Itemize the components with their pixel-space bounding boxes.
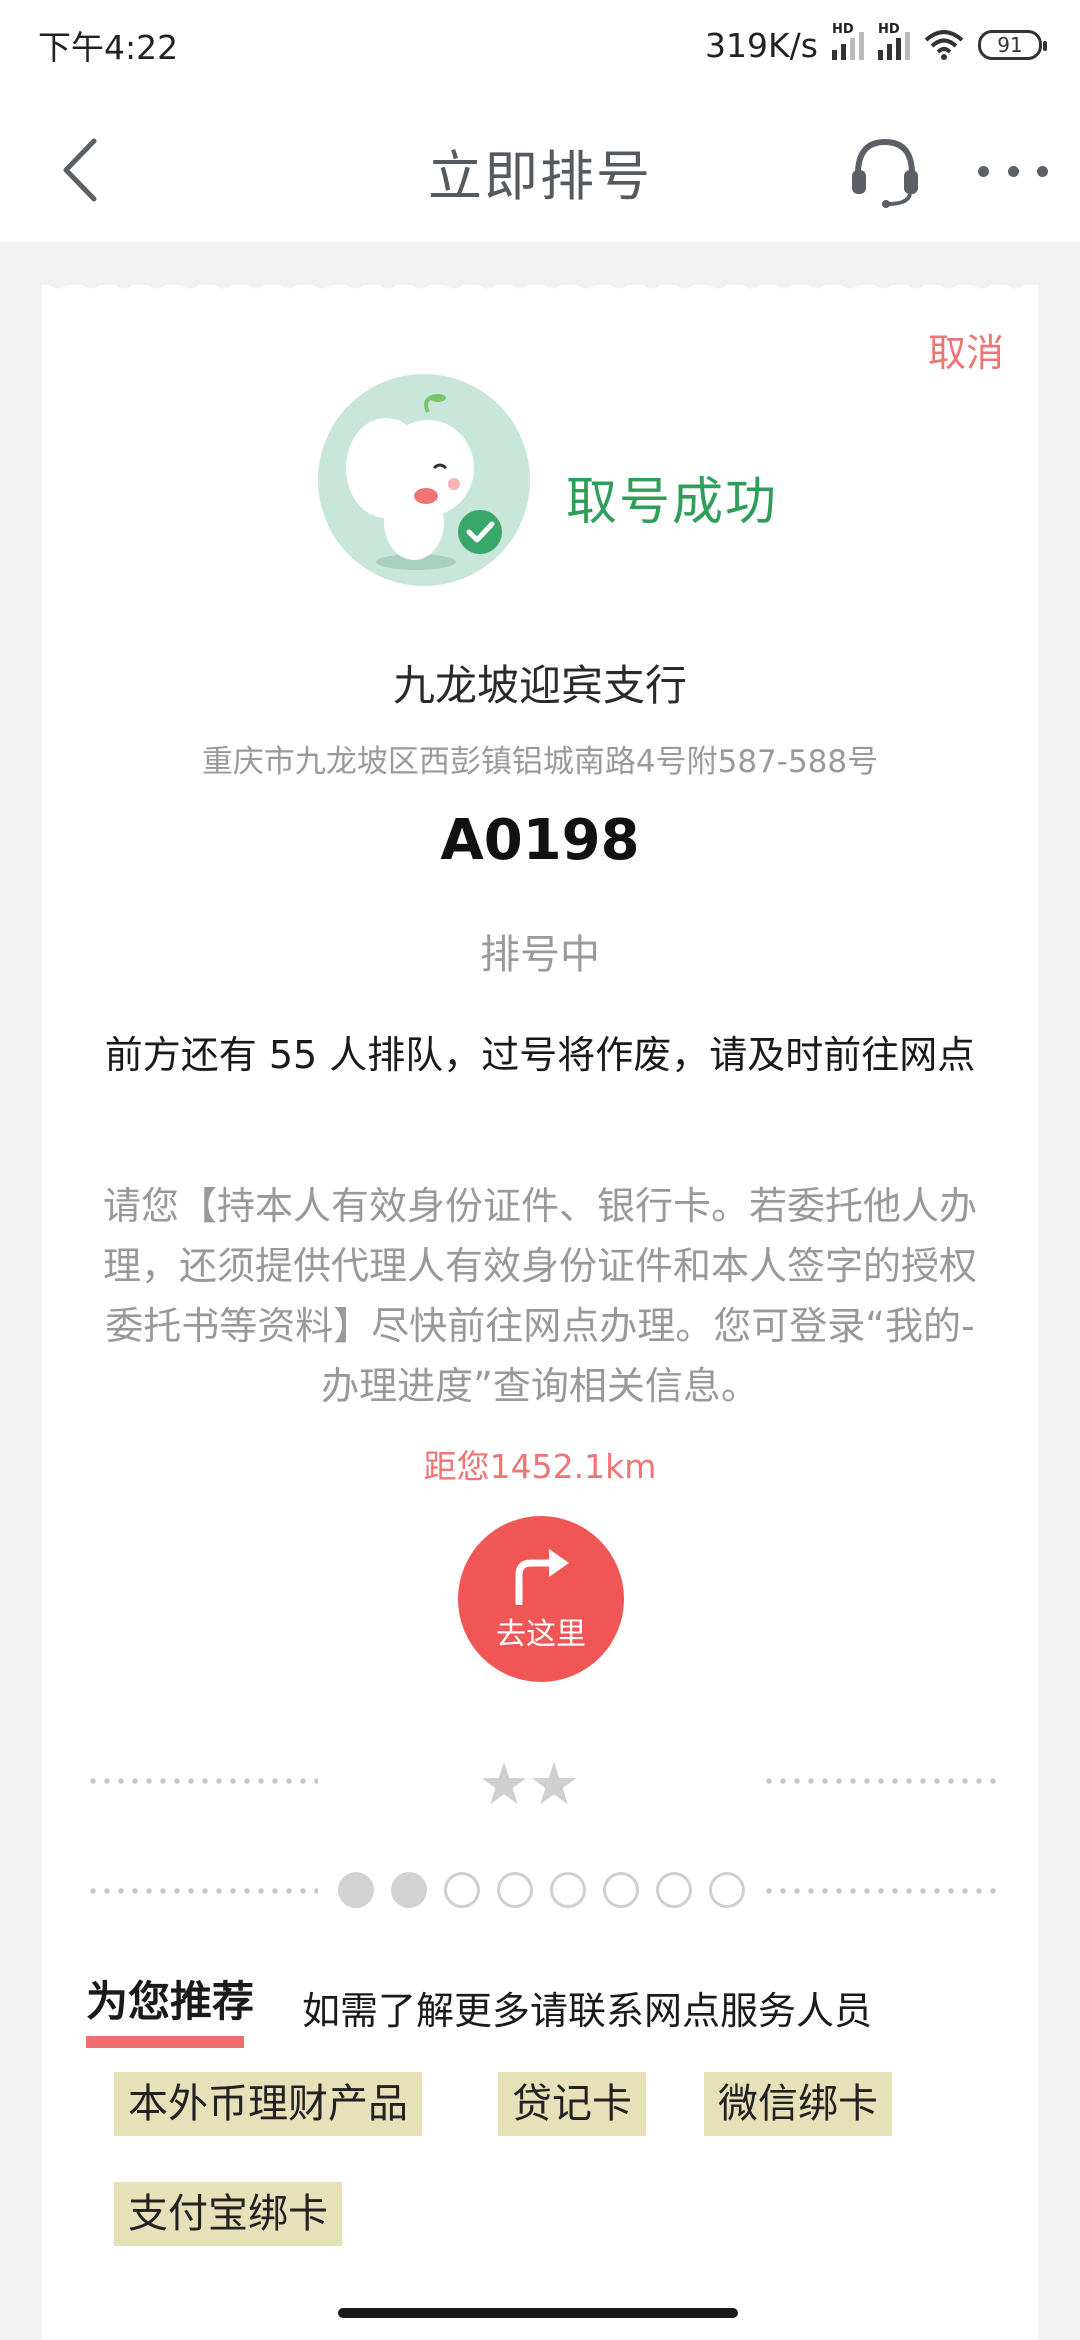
queue-ahead-notice: 前方还有 55 人排队，过号将作废，请及时前往网点 bbox=[104, 1033, 976, 1077]
wifi-icon bbox=[924, 30, 964, 60]
instructions-text: 请您【持本人有效身份证件、银行卡。若委托他人办理，还须提供代理人有效身份证件和本… bbox=[102, 1184, 977, 1408]
queue-number: A0198 bbox=[440, 808, 640, 873]
page-dot[interactable] bbox=[497, 1872, 533, 1908]
recommend-tag-credit-card[interactable]: 贷记卡 bbox=[498, 2072, 646, 2136]
recommend-tag-wechat[interactable]: 微信绑卡 bbox=[704, 2072, 892, 2136]
customer-service-button[interactable] bbox=[848, 134, 922, 208]
recommend-title-underline bbox=[86, 2036, 244, 2048]
ticket-scallop-edge bbox=[42, 276, 1038, 306]
navigate-button-label: 去这里 bbox=[496, 1617, 586, 1652]
page-dot[interactable] bbox=[656, 1872, 692, 1908]
branch-address: 重庆市九龙坡区西彭镇铝城南路4号附587-588号 bbox=[201, 744, 879, 780]
more-button[interactable] bbox=[978, 146, 1048, 196]
signal-icon-2: HD bbox=[878, 22, 910, 60]
recommend-tag-alipay[interactable]: 支付宝绑卡 bbox=[114, 2182, 342, 2246]
distance-text: 距您1452.1km bbox=[423, 1447, 657, 1486]
turn-right-arrow-icon bbox=[515, 1549, 569, 1605]
divider-dots bbox=[762, 1888, 998, 1894]
success-message: 取号成功 bbox=[566, 473, 779, 532]
branch-name: 九龙坡迎宾支行 bbox=[392, 661, 687, 710]
recommend-title: 为您推荐 bbox=[86, 1977, 255, 2026]
page-indicator bbox=[338, 1872, 745, 1908]
network-speed: 319K/s bbox=[705, 25, 818, 65]
star-icon: ★★ bbox=[478, 1750, 580, 1818]
queue-status: 排号中 bbox=[480, 932, 600, 978]
page-dot[interactable] bbox=[444, 1872, 480, 1908]
battery-icon: 91 bbox=[978, 30, 1047, 60]
navigate-button[interactable]: 去这里 bbox=[458, 1516, 624, 1682]
page-dot[interactable] bbox=[391, 1872, 427, 1908]
recommend-tag-wealth[interactable]: 本外币理财产品 bbox=[114, 2072, 422, 2136]
recommend-hint: 如需了解更多请联系网点服务人员 bbox=[302, 1989, 873, 2033]
page-dot[interactable] bbox=[709, 1872, 745, 1908]
divider-dots bbox=[86, 1778, 318, 1784]
page-dot[interactable] bbox=[603, 1872, 639, 1908]
divider-dots bbox=[762, 1778, 998, 1784]
headset-icon bbox=[852, 138, 918, 208]
status-indicators: 319K/s HD HD 91 bbox=[705, 22, 1047, 65]
status-time: 下午4:22 bbox=[38, 28, 179, 67]
more-icon bbox=[978, 165, 989, 177]
page-dot[interactable] bbox=[550, 1872, 586, 1908]
cancel-button[interactable]: 取消 bbox=[928, 322, 1004, 377]
signal-icon: HD bbox=[832, 22, 864, 60]
mascot-icon bbox=[318, 374, 530, 586]
nav-bar: 立即排号 bbox=[0, 90, 1080, 242]
page-dot[interactable] bbox=[338, 1872, 374, 1908]
divider-dots bbox=[86, 1888, 318, 1894]
home-indicator[interactable] bbox=[338, 2308, 738, 2318]
status-bar: 下午4:22 319K/s HD HD 91 bbox=[0, 0, 1080, 90]
